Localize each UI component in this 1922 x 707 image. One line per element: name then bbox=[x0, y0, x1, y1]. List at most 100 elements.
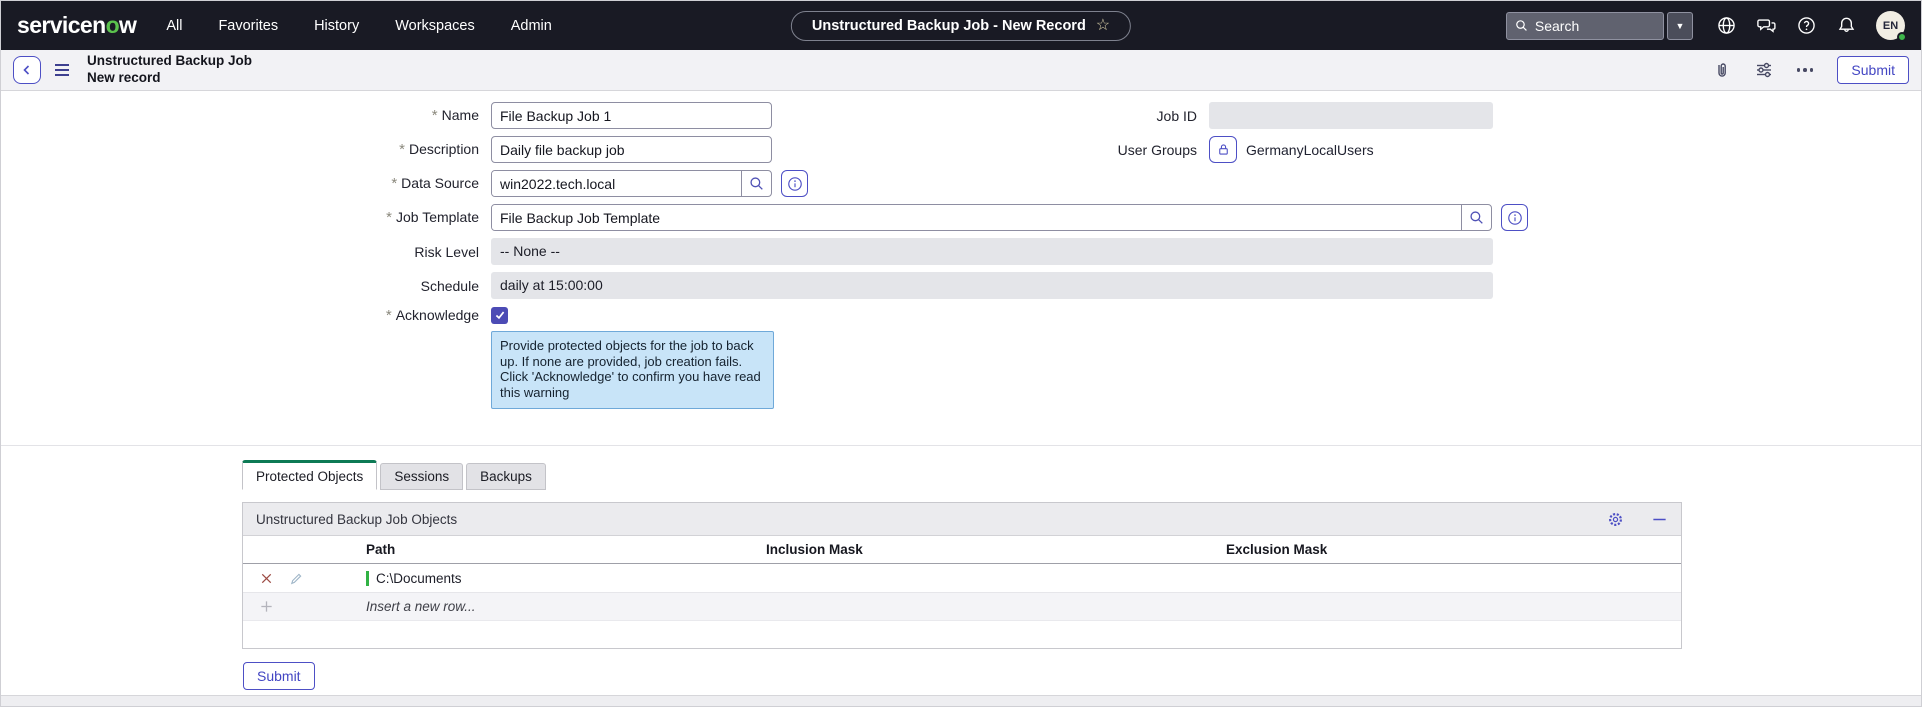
data-source-input[interactable] bbox=[492, 171, 741, 196]
more-options-icon[interactable] bbox=[1796, 64, 1814, 76]
description-label: * Description bbox=[399, 141, 479, 158]
record-form: *Name *Description *Data Source *Job Tem… bbox=[1, 91, 1921, 446]
job-id-field bbox=[1209, 102, 1493, 129]
record-title: Unstructured Backup Job New record bbox=[87, 53, 252, 87]
insert-row-label: Insert a new row... bbox=[366, 599, 476, 614]
column-header-exclusion-mask[interactable]: Exclusion Mask bbox=[1218, 542, 1681, 557]
risk-level-label: Risk Level bbox=[414, 243, 479, 260]
primary-nav: All Favorites History Workspaces Admin bbox=[166, 18, 552, 34]
list-column-headers: Path Inclusion Mask Exclusion Mask bbox=[243, 536, 1681, 564]
favorite-star-icon[interactable]: ☆ bbox=[1096, 17, 1110, 34]
personalize-form-sliders-icon[interactable] bbox=[1755, 61, 1773, 79]
user-groups-value[interactable]: GermanyLocalUsers bbox=[1246, 142, 1374, 158]
user-groups-label: User Groups bbox=[1117, 141, 1197, 158]
window-bottom-edge bbox=[1, 695, 1921, 706]
current-record-pill[interactable]: Unstructured Backup Job - New Record ☆ bbox=[790, 10, 1132, 41]
acknowledge-checkbox[interactable] bbox=[491, 306, 508, 324]
related-list-header: Unstructured Backup Job Objects bbox=[243, 503, 1681, 536]
info-icon bbox=[787, 176, 802, 191]
logo-text-start: servicen bbox=[17, 12, 106, 38]
tab-backups[interactable]: Backups bbox=[466, 463, 546, 490]
field-row-warning: Provide protected objects for the job to… bbox=[1, 331, 1921, 410]
schedule-label: Schedule bbox=[420, 277, 479, 294]
description-input[interactable] bbox=[491, 136, 772, 163]
job-template-info-button[interactable] bbox=[1501, 204, 1528, 231]
chat-icon[interactable] bbox=[1756, 15, 1777, 36]
collapse-minus-icon[interactable] bbox=[1651, 511, 1668, 528]
record-title-line2: New record bbox=[87, 70, 161, 85]
paperclip-icon[interactable] bbox=[1713, 61, 1731, 79]
job-template-input[interactable] bbox=[492, 205, 1461, 230]
nav-item-history[interactable]: History bbox=[314, 18, 359, 34]
tab-protected-objects[interactable]: Protected Objects bbox=[242, 460, 378, 490]
submit-button-footer[interactable]: Submit bbox=[243, 662, 315, 690]
data-source-field bbox=[491, 170, 772, 197]
job-template-label: * Job Template bbox=[386, 209, 479, 226]
presence-indicator bbox=[1897, 32, 1907, 42]
field-row-job-template: * Job Template bbox=[1, 204, 1921, 231]
global-search-input[interactable] bbox=[1534, 17, 1655, 34]
bell-icon[interactable] bbox=[1836, 15, 1857, 36]
field-row-schedule: Schedule daily at 15:00:00 bbox=[1, 272, 1921, 299]
acknowledge-label: * Acknowledge bbox=[385, 306, 479, 324]
table-row: C:\Documents bbox=[243, 564, 1681, 593]
name-label: * Name bbox=[431, 107, 479, 124]
user-avatar[interactable]: EN bbox=[1876, 11, 1907, 42]
related-list-title: Unstructured Backup Job Objects bbox=[256, 511, 458, 527]
lock-icon bbox=[1218, 144, 1228, 155]
plus-icon bbox=[261, 601, 272, 612]
nav-item-all[interactable]: All bbox=[166, 18, 182, 34]
protected-objects-panel: Unstructured Backup Job Objects Path Inc… bbox=[242, 502, 1682, 649]
submit-button-header[interactable]: Submit bbox=[1837, 56, 1909, 84]
search-scope-dropdown[interactable]: ▼ bbox=[1667, 11, 1693, 40]
gear-icon[interactable] bbox=[1607, 511, 1624, 528]
form-right-column: Job ID User Groups GermanyLocalUsers bbox=[981, 102, 1493, 170]
nav-item-workspaces[interactable]: Workspaces bbox=[395, 18, 475, 34]
data-source-lookup-button[interactable] bbox=[741, 171, 771, 196]
chevron-left-icon bbox=[23, 65, 30, 75]
avatar-initials: EN bbox=[1882, 19, 1899, 32]
column-header-path[interactable]: Path bbox=[358, 542, 758, 557]
info-icon bbox=[1507, 210, 1522, 225]
user-groups-lock-button[interactable] bbox=[1209, 136, 1237, 163]
related-list-tabs: Protected Objects Sessions Backups bbox=[242, 460, 1921, 490]
delete-row-x-icon[interactable] bbox=[259, 571, 274, 586]
nav-item-admin[interactable]: Admin bbox=[511, 18, 552, 34]
nav-item-favorites[interactable]: Favorites bbox=[218, 18, 278, 34]
name-input[interactable] bbox=[491, 102, 772, 129]
required-asterisk: * bbox=[385, 306, 392, 324]
column-header-inclusion-mask[interactable]: Inclusion Mask bbox=[758, 542, 1218, 557]
data-source-info-button[interactable] bbox=[781, 170, 808, 197]
back-button[interactable] bbox=[13, 56, 41, 84]
required-asterisk: * bbox=[431, 107, 438, 124]
job-id-label: Job ID bbox=[1156, 107, 1197, 124]
chevron-down-icon: ▼ bbox=[1675, 20, 1685, 31]
field-row-name: * Name bbox=[1, 102, 1921, 129]
current-record-pill-label: Unstructured Backup Job - New Record bbox=[811, 17, 1086, 34]
record-title-line1: Unstructured Backup Job bbox=[87, 53, 253, 69]
required-asterisk: * bbox=[391, 175, 398, 192]
cell-path-value: C:\Documents bbox=[376, 570, 462, 586]
global-search-box[interactable] bbox=[1506, 11, 1664, 40]
required-asterisk: * bbox=[386, 209, 392, 226]
cell-path[interactable]: C:\Documents bbox=[358, 570, 758, 586]
global-search: ▼ bbox=[1506, 11, 1693, 40]
record-header-actions: Submit bbox=[1713, 56, 1909, 84]
acknowledge-warning-message: Provide protected objects for the job to… bbox=[491, 331, 774, 410]
related-lists-section: Protected Objects Sessions Backups Unstr… bbox=[1, 446, 1921, 690]
record-header: Unstructured Backup Job New record Submi… bbox=[1, 50, 1921, 91]
field-row-data-source: * Data Source bbox=[1, 170, 1921, 197]
servicenow-logo[interactable]: servicenow bbox=[17, 12, 137, 39]
risk-level-field: -- None -- bbox=[491, 238, 1493, 265]
insert-new-row[interactable]: Insert a new row... bbox=[243, 593, 1681, 621]
job-template-lookup-button[interactable] bbox=[1461, 205, 1491, 230]
form-context-menu-icon[interactable] bbox=[53, 60, 71, 80]
edit-row-pencil-icon[interactable] bbox=[289, 571, 304, 586]
field-row-user-groups: User Groups GermanyLocalUsers bbox=[981, 136, 1493, 163]
top-nav-bar: servicenow All Favorites History Workspa… bbox=[1, 1, 1921, 50]
field-row-risk-level: Risk Level -- None -- bbox=[1, 238, 1921, 265]
search-icon bbox=[1470, 211, 1483, 224]
tab-sessions[interactable]: Sessions bbox=[380, 463, 464, 490]
globe-icon[interactable] bbox=[1716, 15, 1737, 36]
help-icon[interactable] bbox=[1796, 15, 1817, 36]
